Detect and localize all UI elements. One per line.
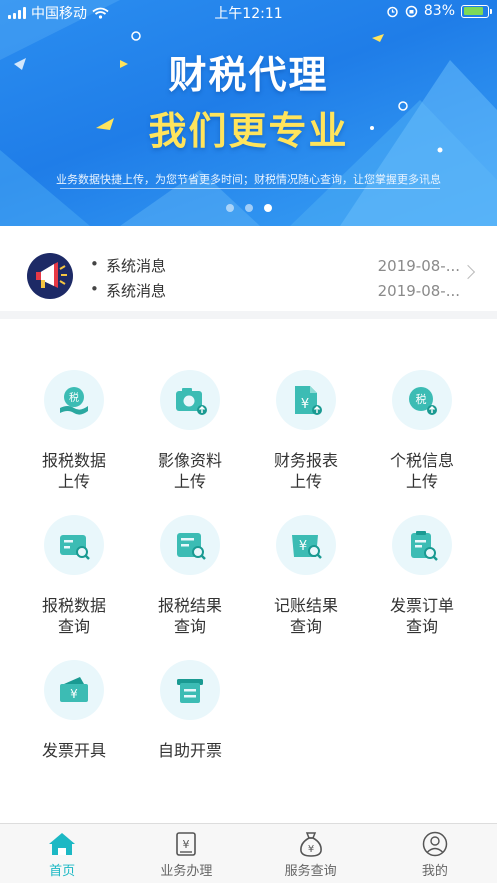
service-tax-upload[interactable]: 税 报税数据 上传 — [16, 370, 132, 515]
service-label: 记账结果 — [273, 596, 338, 615]
service-label-sub: 上传 — [57, 472, 90, 491]
service-tax-data-search[interactable]: 报税数据 查询 — [16, 515, 132, 660]
svg-text:税: 税 — [416, 392, 427, 406]
tab-business[interactable]: ¥ 业务办理 — [124, 824, 248, 883]
service-invoice-order-search[interactable]: 发票订单 查询 — [364, 515, 480, 660]
notice-panel[interactable]: 系统消息 2019-08-... 系统消息 2019-08-... — [0, 229, 497, 319]
profile-icon — [422, 831, 448, 857]
service-image-upload[interactable]: 影像资料 上传 — [132, 370, 248, 515]
banner-slogan: 我们更专业 — [148, 109, 349, 153]
promo-banner[interactable]: 财税代理 我们更专业 业务数据快捷上传，为您节省更多时间；财税情况随心查询，让您… — [0, 0, 497, 226]
bottom-tab-bar: 首页 ¥ 业务办理 ¥ 服务查询 我的 — [0, 823, 497, 883]
service-label-sub: 上传 — [405, 472, 438, 491]
banner-title: 财税代理 — [168, 53, 329, 97]
banner-subtitle: 业务数据快捷上传，为您节省更多时间；财税情况随心查询，让您掌握更多讯息 — [56, 173, 441, 186]
status-bar: 中国移动 上午12:11 83% — [0, 0, 497, 24]
service-label: 自助开票 — [157, 741, 222, 760]
service-label: 报税数据 — [41, 596, 106, 615]
service-label: 报税结果 — [157, 596, 222, 615]
service-label: 发票订单 — [389, 596, 454, 615]
tab-label: 我的 — [421, 864, 448, 879]
tab-home[interactable]: 首页 — [0, 824, 124, 883]
service-label-sub: 上传 — [289, 472, 322, 491]
tax-data-search-icon — [44, 515, 104, 575]
service-label-sub: 查询 — [173, 617, 206, 636]
carousel-indicator — [0, 204, 497, 212]
service-bookkeeping-search[interactable]: ¥ 记账结果查询 — [248, 515, 364, 660]
notice-date: 2019-08-... — [377, 256, 460, 275]
home-icon — [49, 833, 76, 855]
service-label: 报税数据 — [41, 451, 106, 470]
banner-divider — [60, 188, 440, 189]
service-grid: 税 报税数据 上传 影像资料 上传 ¥ 财务报表 上传 税 个税信息 上传 报税… — [16, 370, 481, 805]
notice-title: 系统消息 — [90, 255, 166, 276]
tax-result-search-icon — [160, 515, 220, 575]
svg-text:¥: ¥ — [301, 397, 309, 412]
chevron-right-icon[interactable] — [460, 264, 476, 280]
personal-tax-upload-icon: 税 — [392, 370, 452, 430]
tab-profile[interactable]: 我的 — [373, 824, 497, 883]
alarm-icon — [387, 6, 398, 17]
tab-label: 首页 — [49, 864, 76, 879]
carousel-dot[interactable] — [244, 204, 253, 212]
battery-percent: 83% — [423, 3, 455, 19]
tab-label: 业务办理 — [160, 864, 213, 879]
orientation-lock-icon — [405, 5, 418, 17]
svg-text:¥: ¥ — [299, 539, 307, 554]
service-label-sub: 上传 — [173, 472, 206, 491]
svg-text:税: 税 — [69, 391, 79, 404]
notice-date: 2019-08-... — [377, 281, 460, 300]
camera-upload-icon — [160, 370, 220, 430]
invoice-issue-icon: ¥ — [44, 660, 104, 720]
tab-label: 服务查询 — [284, 864, 337, 879]
service-label: 影像资料 — [157, 451, 222, 470]
service-label: 财务报表 — [273, 451, 338, 470]
svg-text:¥: ¥ — [70, 687, 78, 701]
service-personal-tax-upload[interactable]: 税 个税信息 上传 — [364, 370, 480, 515]
svg-text:¥: ¥ — [307, 844, 313, 855]
home-screen: 财税代理 我们更专业 业务数据快捷上传，为您节省更多时间；财税情况随心查询，让您… — [0, 0, 497, 883]
money-bag-icon: ¥ — [299, 832, 322, 857]
service-report-upload[interactable]: ¥ 财务报表上传 — [248, 370, 364, 515]
battery-icon — [461, 4, 492, 18]
service-label-sub: 查询 — [289, 617, 322, 636]
invoice-order-search-icon — [392, 515, 452, 575]
business-icon: ¥ — [176, 832, 197, 856]
tab-service-query[interactable]: ¥ 服务查询 — [249, 824, 373, 883]
service-label-sub: 查询 — [57, 617, 90, 636]
service-label-sub: 查询 — [405, 617, 438, 636]
service-label: 发票开具 — [41, 741, 106, 760]
carousel-dot-active[interactable] — [263, 204, 272, 212]
svg-text:¥: ¥ — [183, 838, 190, 851]
service-invoice-issue[interactable]: ¥ 发票开具 — [16, 660, 132, 805]
megaphone-icon — [27, 253, 73, 299]
carousel-dot[interactable] — [225, 204, 234, 212]
notice-item[interactable]: 系统消息 2019-08-... — [90, 278, 460, 303]
service-self-invoice[interactable]: 自助开票 — [132, 660, 248, 805]
report-upload-icon: ¥ — [276, 370, 336, 430]
service-tax-result-search[interactable]: 报税结果 查询 — [132, 515, 248, 660]
service-label: 个税信息 — [389, 451, 454, 470]
tax-upload-icon: 税 — [44, 370, 104, 430]
self-invoice-icon — [160, 660, 220, 720]
notice-item[interactable]: 系统消息 2019-08-... — [90, 253, 460, 278]
notice-title: 系统消息 — [90, 280, 166, 301]
bookkeeping-search-icon: ¥ — [276, 515, 336, 575]
